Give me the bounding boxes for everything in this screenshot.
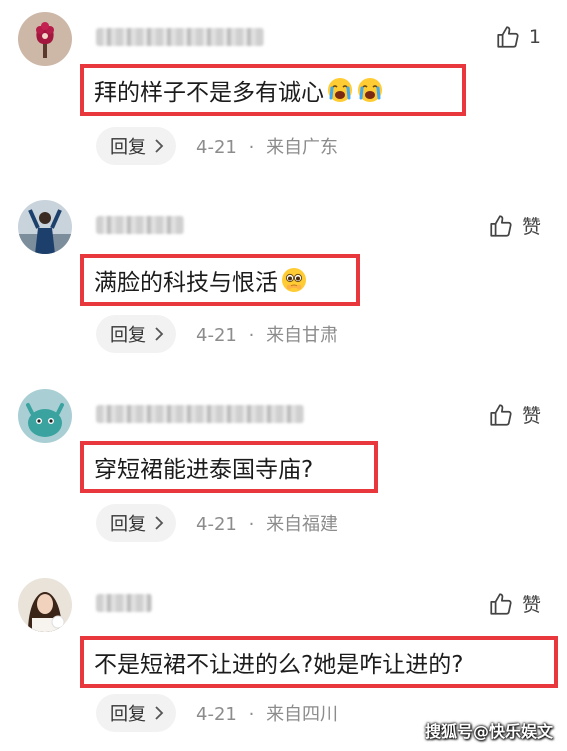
reply-button[interactable]: 回复 bbox=[96, 694, 176, 732]
comment-text: 不是短裙不让进的么?她是咋让进的? bbox=[94, 652, 464, 678]
comment-date: 4-21 bbox=[196, 704, 237, 725]
like-count: 1 bbox=[528, 26, 541, 48]
comment-location: 来自福建 bbox=[266, 514, 339, 535]
comment-text-highlighted: 满脸的科技与恨活 bbox=[80, 254, 360, 306]
comment-meta: 4-21 · 来自甘肃 bbox=[196, 321, 338, 347]
like-button[interactable]: 赞 bbox=[488, 401, 541, 428]
meta-separator: · bbox=[248, 704, 255, 725]
comment-text: 穿短裙能进泰国寺庙? bbox=[94, 457, 314, 483]
comment-text-highlighted: 穿短裙能进泰国寺庙? bbox=[80, 441, 378, 493]
pleading-face-emoji bbox=[280, 266, 308, 294]
comment-item: 赞 穿短裙能进泰国寺庙? 回复 4-21 · 来自福建 bbox=[0, 377, 567, 562]
loudly-crying-face-emoji bbox=[356, 76, 384, 104]
comment-location: 来自广东 bbox=[266, 137, 339, 158]
thumbs-up-icon bbox=[497, 26, 519, 48]
username-blurred[interactable] bbox=[96, 594, 152, 612]
like-label: 赞 bbox=[521, 405, 541, 427]
reply-label: 回复 bbox=[110, 514, 146, 535]
comment-text-highlighted: 拜的样子不是多有诚心 bbox=[80, 64, 466, 116]
chevron-right-icon bbox=[155, 516, 164, 530]
chevron-right-icon bbox=[155, 706, 164, 720]
avatar[interactable] bbox=[18, 578, 72, 632]
reply-button[interactable]: 回复 bbox=[96, 504, 176, 542]
username-blurred[interactable] bbox=[96, 28, 264, 46]
like-button[interactable]: 1 bbox=[495, 24, 541, 50]
comment-footer: 回复 4-21 · 来自广东 bbox=[96, 127, 338, 165]
comment-item: 赞 满脸的科技与恨活 回复 4-21 · 来自甘肃 bbox=[0, 188, 567, 373]
reply-label: 回复 bbox=[110, 704, 146, 725]
like-button[interactable]: 赞 bbox=[488, 590, 541, 617]
comment-location: 来自四川 bbox=[266, 704, 339, 725]
meta-separator: · bbox=[248, 325, 255, 346]
loudly-crying-face-emoji bbox=[326, 76, 354, 104]
comment-footer: 回复 4-21 · 来自福建 bbox=[96, 504, 338, 542]
chevron-right-icon bbox=[155, 139, 164, 153]
avatar[interactable] bbox=[18, 12, 72, 66]
avatar[interactable] bbox=[18, 200, 72, 254]
meta-separator: · bbox=[248, 514, 255, 535]
comment-date: 4-21 bbox=[196, 514, 237, 535]
comment-meta: 4-21 · 来自广东 bbox=[196, 133, 338, 159]
avatar[interactable] bbox=[18, 389, 72, 443]
comment-meta: 4-21 · 来自四川 bbox=[196, 700, 338, 726]
comment-text: 拜的样子不是多有诚心 bbox=[94, 80, 324, 106]
comment-footer: 回复 4-21 · 来自四川 bbox=[96, 694, 338, 732]
reply-label: 回复 bbox=[110, 325, 146, 346]
username-blurred[interactable] bbox=[96, 216, 184, 234]
comment-date: 4-21 bbox=[196, 325, 237, 346]
like-button[interactable]: 赞 bbox=[488, 212, 541, 239]
comment-text: 满脸的科技与恨活 bbox=[94, 270, 278, 296]
comment-date: 4-21 bbox=[196, 137, 237, 158]
like-label: 赞 bbox=[521, 594, 541, 616]
comment-footer: 回复 4-21 · 来自甘肃 bbox=[96, 315, 338, 353]
comment-location: 来自甘肃 bbox=[266, 325, 339, 346]
comment-meta: 4-21 · 来自福建 bbox=[196, 510, 338, 536]
thumbs-up-icon bbox=[490, 403, 512, 426]
meta-separator: · bbox=[248, 137, 255, 158]
reply-button[interactable]: 回复 bbox=[96, 315, 176, 353]
reply-label: 回复 bbox=[110, 137, 146, 158]
comment-text-highlighted: 不是短裙不让进的么?她是咋让进的? bbox=[80, 636, 558, 688]
like-label: 赞 bbox=[521, 216, 541, 238]
reply-button[interactable]: 回复 bbox=[96, 127, 176, 165]
thumbs-up-icon bbox=[490, 214, 512, 237]
username-blurred[interactable] bbox=[96, 405, 304, 423]
thumbs-up-icon bbox=[490, 592, 512, 615]
watermark: 搜狐号@快乐娱文 bbox=[424, 722, 553, 741]
comment-item: 1 拜的样子不是多有诚心 回复 4-21 · 来自广东 bbox=[0, 0, 567, 185]
chevron-right-icon bbox=[155, 327, 164, 341]
